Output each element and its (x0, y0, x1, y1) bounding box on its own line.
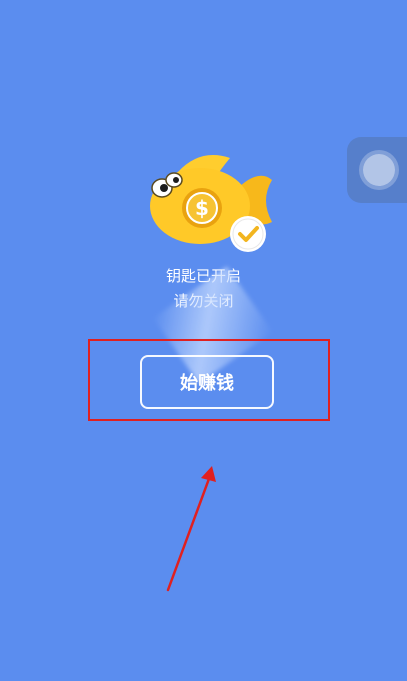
fish-mascot-icon: $ (150, 155, 272, 252)
dollar-coin-icon: $ (182, 188, 222, 228)
start-earning-button[interactable]: 始赚钱 (140, 355, 274, 409)
check-badge-icon (230, 216, 266, 252)
svg-text:$: $ (195, 196, 209, 220)
floating-assist-icon (363, 154, 395, 186)
floating-assist-button[interactable] (347, 137, 407, 203)
